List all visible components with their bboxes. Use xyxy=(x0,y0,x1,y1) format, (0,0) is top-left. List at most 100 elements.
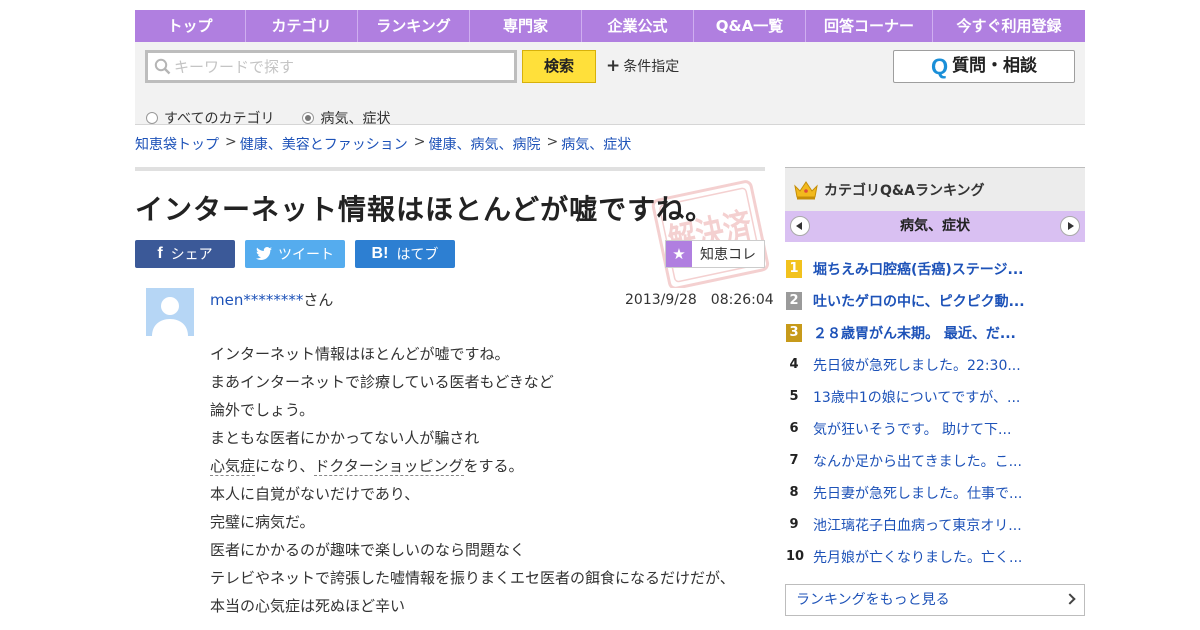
ranking-item[interactable]: 7 なんか足から出てきました。こ... xyxy=(785,445,1085,477)
rank-number: 5 xyxy=(789,389,799,404)
twitter-share-label: ツイート xyxy=(278,247,334,263)
ranking-title: カテゴリQ&Aランキング xyxy=(824,182,985,199)
ranking-link[interactable]: 堀ちえみ口腔癌(舌癌)ステージ... xyxy=(813,259,1023,279)
facebook-icon: f xyxy=(157,245,163,262)
search-button[interactable]: 検索 xyxy=(522,50,596,83)
rank-number: 7 xyxy=(789,453,799,468)
user-avatar-icon xyxy=(146,288,194,336)
facebook-share-button[interactable]: f シェア xyxy=(135,240,235,268)
ranking-link[interactable]: 先日妻が急死しました。仕事で... xyxy=(813,483,1022,503)
ranking-list: 1 堀ちえみ口腔癌(舌癌)ステージ... 2 吐いたゲロの中に、ピクピク動... 3… xyxy=(785,253,1085,573)
ranking-more-label: ランキングをもっと見る xyxy=(796,592,950,608)
breadcrumb-item[interactable]: 病気、症状 xyxy=(561,134,631,154)
condition-label: 条件指定 xyxy=(623,59,680,75)
nav-category[interactable]: カテゴリ xyxy=(246,10,358,42)
rank-badge-gold: 1 xyxy=(786,260,802,278)
keyword-link[interactable]: 心気症 xyxy=(210,457,256,476)
ranking-header: カテゴリQ&Aランキング xyxy=(785,167,1085,211)
nav-register[interactable]: 今すぐ利用登録 xyxy=(933,10,1085,42)
ranking-link[interactable]: なんか足から出てきました。こ... xyxy=(813,451,1022,471)
rank-number: 6 xyxy=(789,421,799,436)
body-line: テレビやネットで誇張した嘘情報を振りまくエセ医者の餌食になるだけだが、 xyxy=(210,569,735,587)
rank-number: 10 xyxy=(786,549,805,564)
ranking-item[interactable]: 4 先日彼が急死しました。22:30... xyxy=(785,349,1085,381)
radio-current-category[interactable] xyxy=(302,112,315,124)
body-line: まともな医者にかかってない人が騙され xyxy=(210,429,480,447)
q-icon: Q xyxy=(930,54,949,79)
ranking-link[interactable]: 池江璃花子白血病って東京オリ... xyxy=(813,515,1022,535)
nav-answer-corner[interactable]: 回答コーナー xyxy=(806,10,933,42)
breadcrumb-separator: > xyxy=(225,134,237,150)
nav-top[interactable]: トップ xyxy=(135,10,246,42)
rank-number: 8 xyxy=(789,485,799,500)
user-name-link[interactable]: men******** xyxy=(210,291,303,309)
facebook-share-label: シェア xyxy=(170,247,213,263)
chevron-right-icon xyxy=(1064,593,1076,605)
ranking-more-button[interactable]: ランキングをもっと見る xyxy=(785,584,1085,616)
prev-category-icon[interactable] xyxy=(790,216,810,236)
question-date: 2013/9/28 08:26:04 xyxy=(625,292,774,308)
breadcrumb-separator: > xyxy=(546,134,559,150)
rank-badge-silver: 2 xyxy=(786,292,802,310)
plus-icon: + xyxy=(606,56,621,76)
next-category-icon[interactable] xyxy=(1060,216,1080,236)
breadcrumb-item[interactable]: 健康、病気、病院 xyxy=(428,134,540,154)
radio-all-categories[interactable] xyxy=(146,112,158,124)
breadcrumb: 知恵袋トップ > 健康、美容とファッション > 健康、病気、病院 > 病気、症状 xyxy=(135,134,631,154)
ranking-item[interactable]: 2 吐いたゲロの中に、ピクピク動... xyxy=(785,285,1085,317)
body-line: 本当の心気症は死ぬほど辛い xyxy=(210,597,406,615)
twitter-icon xyxy=(256,247,272,260)
ranking-link[interactable]: 先月娘が亡くなりました。亡く... xyxy=(813,547,1022,567)
ranking-link[interactable]: 13歳中1の娘についてですが、... xyxy=(813,387,1020,407)
breadcrumb-separator: > xyxy=(413,134,426,150)
body-line: 心気症になり、ドクターショッピングをする。 xyxy=(210,452,750,480)
hatena-label: はてブ xyxy=(396,247,439,263)
search-area: 検索 + 条件指定 Q 質問・相談 すべてのカテゴリ 病気、症状 xyxy=(135,42,1085,128)
star-icon: ★ xyxy=(666,241,692,267)
ranking-category-label: 病気、症状 xyxy=(900,218,970,234)
ranking-item[interactable]: 6 気が狂いそうです。 助けて下... xyxy=(785,413,1085,445)
ranking-item[interactable]: 9 池江璃花子白血病って東京オリ... xyxy=(785,509,1085,541)
nav-ranking[interactable]: ランキング xyxy=(358,10,470,42)
main-divider xyxy=(135,167,765,171)
nav-expert[interactable]: 専門家 xyxy=(470,10,582,42)
body-line: 本人に自覚がないだけであり、 xyxy=(210,485,420,503)
ranking-link[interactable]: 先日彼が急死しました。22:30... xyxy=(813,355,1021,375)
question-body: インターネット情報はほとんどが嘘ですね。 まあインターネットで診療している医者も… xyxy=(210,340,750,620)
body-text: をする。 xyxy=(463,457,524,475)
ranking-item[interactable]: 5 13歳中1の娘についてですが、... xyxy=(785,381,1085,413)
body-line: 論外でしょう。 xyxy=(210,401,315,419)
question-user: men********さん xyxy=(210,289,333,310)
ask-question-button[interactable]: Q 質問・相談 xyxy=(893,50,1075,83)
ranking-link[interactable]: 気が狂いそうです。 助けて下... xyxy=(813,419,1011,439)
breadcrumb-item[interactable]: 健康、美容とファッション xyxy=(240,134,408,154)
ranking-link[interactable]: ２８歳胃がん末期。 最近、だ... xyxy=(813,323,1016,343)
breadcrumb-item[interactable]: 知恵袋トップ xyxy=(135,134,219,154)
twitter-share-button[interactable]: ツイート xyxy=(245,240,345,268)
body-text: になり、 xyxy=(255,457,315,475)
crown-icon xyxy=(794,180,818,199)
ranking-item[interactable]: 1 堀ちえみ口腔癌(舌癌)ステージ... xyxy=(785,253,1085,285)
rank-badge-bronze: 3 xyxy=(786,324,802,342)
condition-link[interactable]: + 条件指定 xyxy=(606,56,679,76)
nav-qa-list[interactable]: Q&A一覧 xyxy=(694,10,806,42)
body-line: インターネット情報はほとんどが嘘ですね。 xyxy=(210,345,510,363)
avatar xyxy=(146,288,194,336)
ranking-link[interactable]: 吐いたゲロの中に、ピクピク動... xyxy=(813,291,1025,311)
ranking-item[interactable]: 3 ２８歳胃がん末期。 最近、だ... xyxy=(785,317,1085,349)
question-title: インターネット情報はほとんどが嘘ですね。 xyxy=(135,193,715,226)
keyword-link[interactable]: ドクターショッピング xyxy=(314,457,464,476)
ask-question-label: 質問・相談 xyxy=(952,56,1038,76)
chie-collection-button[interactable]: ★ 知恵コレ xyxy=(665,240,765,268)
ranking-category-switcher: 病気、症状 xyxy=(785,211,1085,242)
body-line: まあインターネットで診療している医者もどきなど xyxy=(210,373,554,391)
chie-collection-label: 知恵コレ xyxy=(700,247,756,263)
hatena-bookmark-button[interactable]: B! はてブ xyxy=(355,240,455,268)
nav-official[interactable]: 企業公式 xyxy=(582,10,694,42)
search-box xyxy=(145,50,517,83)
category-scope: すべてのカテゴリ 病気、症状 xyxy=(146,108,390,128)
user-suffix: さん xyxy=(303,291,334,309)
search-input[interactable] xyxy=(174,56,504,78)
ranking-item[interactable]: 8 先日妻が急死しました。仕事で... xyxy=(785,477,1085,509)
ranking-item[interactable]: 10 先月娘が亡くなりました。亡く... xyxy=(785,541,1085,573)
